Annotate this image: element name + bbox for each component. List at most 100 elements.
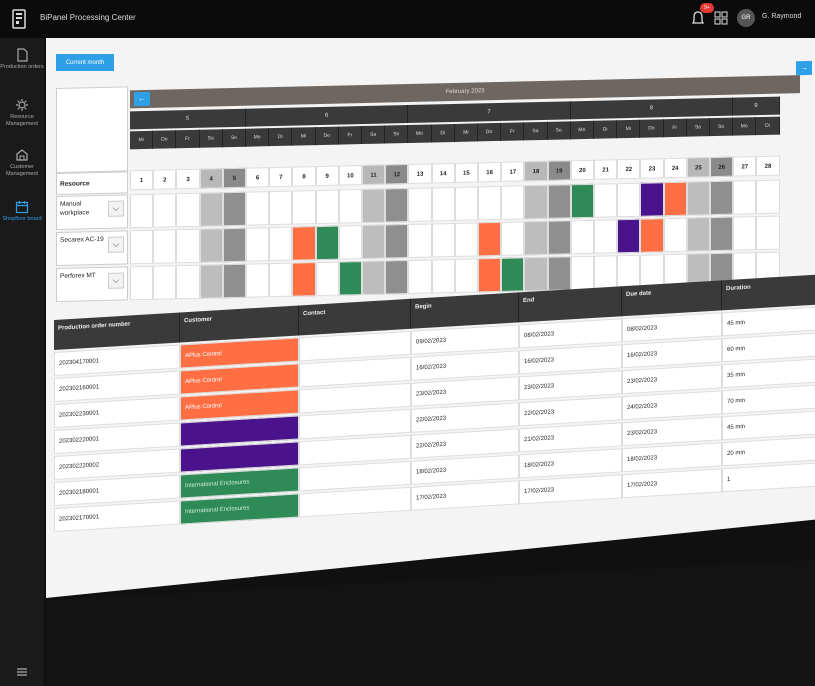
next-month-button[interactable]: → xyxy=(796,60,812,76)
schedule-cell[interactable] xyxy=(199,192,223,227)
schedule-cell[interactable] xyxy=(663,217,687,253)
booking-block[interactable] xyxy=(338,261,362,296)
schedule-cell[interactable] xyxy=(292,190,316,225)
day-of-week-header: So xyxy=(547,121,571,140)
schedule-cell[interactable] xyxy=(385,224,409,259)
expand-toggle[interactable] xyxy=(108,236,124,253)
schedule-cell[interactable] xyxy=(130,193,154,229)
schedule-cell[interactable] xyxy=(501,221,525,256)
schedule-cell[interactable] xyxy=(617,254,641,290)
schedule-cell[interactable] xyxy=(246,227,270,262)
schedule-cell[interactable] xyxy=(269,226,293,262)
schedule-cell[interactable] xyxy=(153,265,177,300)
schedule-cell[interactable] xyxy=(130,229,154,265)
booking-block[interactable] xyxy=(617,218,641,254)
schedule-cell[interactable] xyxy=(454,222,478,257)
sidebar-item-shopfloor-board[interactable]: Shopfloor board xyxy=(0,196,44,240)
schedule-cell[interactable] xyxy=(385,260,409,295)
schedule-cell[interactable] xyxy=(431,222,455,258)
schedule-cell[interactable] xyxy=(478,185,502,221)
schedule-cell[interactable] xyxy=(547,220,571,255)
schedule-cell[interactable] xyxy=(222,191,246,227)
booking-block[interactable] xyxy=(663,181,687,217)
booking-block[interactable] xyxy=(478,257,502,293)
schedule-cell[interactable] xyxy=(385,188,409,223)
schedule-cell[interactable] xyxy=(431,186,455,222)
schedule-cell[interactable] xyxy=(501,185,525,220)
sidebar-item-production-orders[interactable]: Production orders xyxy=(0,44,44,88)
schedule-cell[interactable] xyxy=(710,216,734,252)
schedule-cell[interactable] xyxy=(524,256,548,292)
booking-block[interactable] xyxy=(640,218,664,253)
schedule-cell[interactable] xyxy=(408,187,432,223)
schedule-cell[interactable] xyxy=(431,258,455,294)
booking-block[interactable] xyxy=(315,225,339,261)
resource-name: Manual workplace xyxy=(60,200,90,217)
booking-block[interactable] xyxy=(570,183,594,219)
schedule-cell[interactable] xyxy=(315,261,339,297)
schedule-cell[interactable] xyxy=(733,216,757,251)
schedule-cell[interactable] xyxy=(547,256,571,291)
schedule-cell[interactable] xyxy=(246,191,270,226)
schedule-cell[interactable] xyxy=(570,255,594,291)
schedule-cell[interactable] xyxy=(733,180,757,215)
schedule-cell[interactable] xyxy=(176,228,200,264)
apps-grid-icon[interactable] xyxy=(713,10,729,26)
schedule-cell[interactable] xyxy=(756,215,780,251)
booking-block[interactable] xyxy=(292,262,316,297)
column-header[interactable]: End xyxy=(519,286,622,323)
expand-toggle[interactable] xyxy=(108,272,124,289)
booking-block[interactable] xyxy=(640,182,664,217)
schedule-cell[interactable] xyxy=(176,264,200,300)
column-header[interactable]: Begin xyxy=(411,292,519,329)
schedule-cell[interactable] xyxy=(199,264,223,299)
schedule-cell[interactable] xyxy=(594,183,618,218)
user-name[interactable]: G. Raymond xyxy=(762,13,801,20)
sidebar-item-resource-management[interactable]: Resource Management xyxy=(0,94,44,138)
schedule-cell[interactable] xyxy=(130,265,154,301)
sidebar-item-customer-management[interactable]: Customer Management xyxy=(0,144,44,188)
prev-month-button[interactable]: ← xyxy=(134,91,150,107)
schedule-cell[interactable] xyxy=(408,223,432,259)
schedule-cell[interactable] xyxy=(222,227,246,263)
column-header[interactable]: Due date xyxy=(622,280,722,317)
menu-icon[interactable] xyxy=(16,666,28,678)
schedule-cell[interactable] xyxy=(338,189,362,224)
schedule-cell[interactable] xyxy=(524,184,548,220)
schedule-cell[interactable] xyxy=(362,188,386,224)
schedule-cell[interactable] xyxy=(756,179,780,215)
schedule-cell[interactable] xyxy=(547,184,571,219)
booking-block[interactable] xyxy=(292,226,316,261)
schedule-cell[interactable] xyxy=(594,255,618,290)
booking-block[interactable] xyxy=(478,221,502,257)
day-number: 17 xyxy=(501,161,525,182)
schedule-cell[interactable] xyxy=(338,225,362,260)
schedule-cell[interactable] xyxy=(570,219,594,255)
schedule-cell[interactable] xyxy=(315,189,339,225)
schedule-cell[interactable] xyxy=(594,219,618,254)
current-month-button[interactable]: Current month xyxy=(56,54,114,71)
schedule-cell[interactable] xyxy=(362,260,386,296)
schedule-cell[interactable] xyxy=(710,180,734,216)
schedule-cell[interactable] xyxy=(454,258,478,293)
schedule-cell[interactable] xyxy=(176,192,200,228)
schedule-cell[interactable] xyxy=(524,220,548,256)
schedule-cell[interactable] xyxy=(686,217,710,252)
schedule-cell[interactable] xyxy=(408,259,432,295)
resource-row-label: Manual workplace xyxy=(56,194,128,230)
schedule-cell[interactable] xyxy=(269,262,293,298)
schedule-cell[interactable] xyxy=(454,186,478,221)
avatar[interactable]: GR xyxy=(737,9,755,27)
booking-block[interactable] xyxy=(501,257,525,292)
schedule-cell[interactable] xyxy=(153,193,177,228)
column-header[interactable]: Duration xyxy=(722,274,815,311)
schedule-cell[interactable] xyxy=(686,181,710,216)
schedule-cell[interactable] xyxy=(199,228,223,263)
schedule-cell[interactable] xyxy=(246,263,270,298)
schedule-cell[interactable] xyxy=(222,263,246,299)
schedule-cell[interactable] xyxy=(617,182,641,218)
schedule-cell[interactable] xyxy=(362,224,386,260)
schedule-cell[interactable] xyxy=(269,190,293,226)
expand-toggle[interactable] xyxy=(108,200,124,217)
schedule-cell[interactable] xyxy=(153,229,177,264)
